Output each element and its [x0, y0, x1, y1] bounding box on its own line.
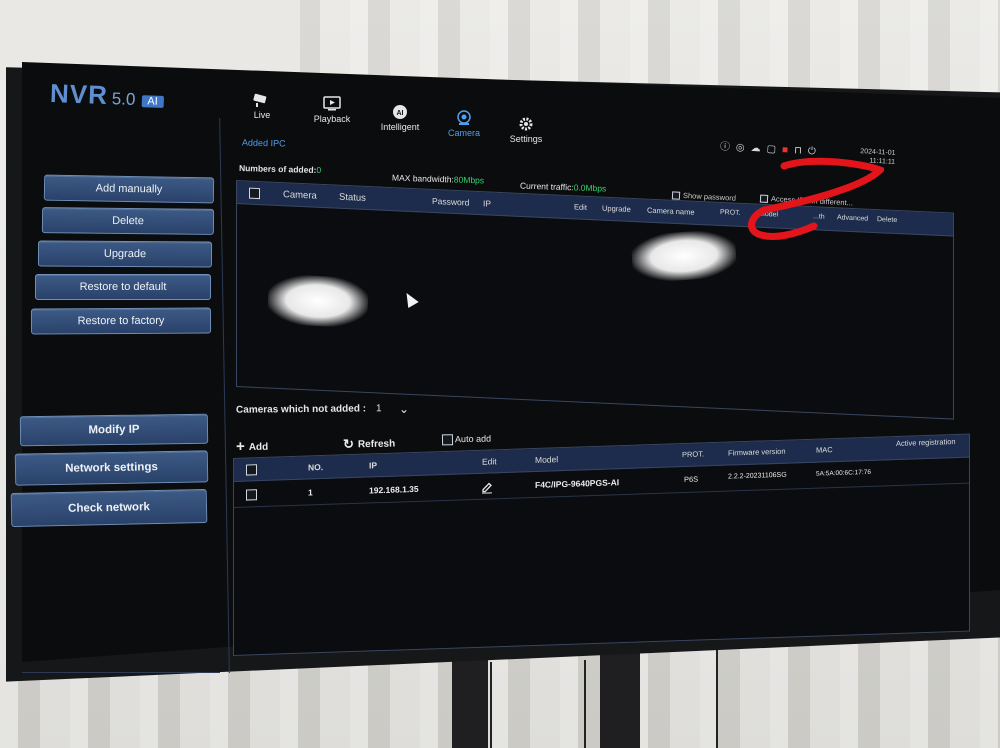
max-bandwidth-value: 80Mbps [453, 174, 485, 186]
max-bandwidth-label: MAX bandwidth: [391, 172, 455, 185]
refresh-icon: ↻ [342, 436, 355, 452]
col-no[interactable]: NO. [308, 462, 323, 473]
row-model: F4C/IPG-9640PGS-AI [535, 477, 620, 490]
screen-glare [630, 228, 738, 284]
col-active-registration[interactable]: Active registration [896, 437, 956, 448]
row-mac: 5A:5A:00:6C:17:76 [816, 468, 871, 478]
add-button[interactable]: + Add [235, 438, 269, 456]
col-ip[interactable]: IP [483, 198, 491, 208]
select-all-checkbox[interactable] [249, 187, 260, 200]
check-network-button[interactable]: Check network [10, 488, 208, 528]
chevron-down-icon[interactable]: ⌄ [399, 402, 409, 416]
app-name: NVR [49, 78, 109, 111]
row-checkbox[interactable] [246, 489, 257, 501]
monitor-stand-right [600, 650, 640, 748]
restore-default-button[interactable]: Restore to default [35, 274, 211, 300]
cameras-not-added: Cameras which not added : 1 [236, 403, 382, 416]
nav-intelligent-label: Intelligent [380, 122, 420, 132]
col-mac[interactable]: MAC [816, 445, 833, 455]
cameras-not-added-count: 1 [375, 403, 382, 415]
col-edit[interactable]: Edit [482, 456, 497, 466]
nav-intelligent[interactable]: AI Intelligent [370, 104, 430, 132]
network-settings-button[interactable]: Network settings [14, 450, 209, 486]
nav-live[interactable]: Live [232, 92, 292, 120]
edit-pencil-icon[interactable] [480, 479, 494, 494]
col-camera-name[interactable]: Camera name [647, 206, 695, 217]
plus-icon: + [235, 438, 245, 456]
ai-badge: AI [141, 94, 164, 108]
restore-factory-button[interactable]: Restore to factory [30, 307, 212, 335]
auto-add-option[interactable]: Auto add [441, 433, 492, 446]
auto-add-label: Auto add [454, 433, 492, 445]
nav-settings[interactable]: Settings [496, 116, 556, 144]
cable [716, 640, 718, 748]
numbers-added: Numbers of added:0 [239, 163, 321, 175]
record-icon[interactable]: ■ [782, 145, 789, 156]
select-all-checkbox[interactable] [246, 464, 257, 476]
refresh-button[interactable]: ↻ Refresh [343, 436, 395, 453]
sidebar-bottom-border [22, 672, 220, 673]
playback-icon [323, 96, 341, 111]
lock-icon[interactable]: ⊓ [794, 145, 802, 156]
current-traffic-value: 0.0Mbps [573, 182, 607, 194]
col-camera[interactable]: Camera [283, 189, 317, 202]
numbers-added-label: Numbers of added: [238, 162, 317, 175]
delete-button[interactable]: Delete [41, 207, 215, 235]
nav-camera-label: Camera [447, 128, 480, 138]
screen-glare [266, 273, 370, 329]
cable [584, 660, 586, 748]
ai-icon: AI [393, 105, 407, 119]
col-password[interactable]: Password [432, 196, 469, 208]
gear-icon [519, 117, 533, 131]
add-manually-button[interactable]: Add manually [43, 174, 215, 204]
nav-live-label: Live [253, 110, 271, 120]
red-annotation-mark [748, 157, 884, 240]
col-ip[interactable]: IP [369, 460, 377, 470]
network-icon[interactable]: ◎ [736, 142, 745, 153]
col-prot[interactable]: PROT. [682, 449, 704, 459]
add-label: Add [248, 441, 269, 454]
numbers-added-value: 0 [316, 164, 322, 176]
auto-add-checkbox[interactable] [441, 434, 454, 446]
monitor-stand-left [452, 660, 488, 748]
file-icon[interactable]: ▢ [766, 144, 776, 155]
nav-playback-label: Playback [313, 114, 351, 124]
current-traffic-label: Current traffic: [519, 180, 574, 193]
row-firmware: 2.2.2-20231106SG [728, 471, 787, 481]
app-version: 5.0 [111, 89, 136, 109]
upgrade-button[interactable]: Upgrade [37, 240, 213, 268]
not-added-table: NO. IP Edit Model PROT. Firmware version… [233, 433, 970, 656]
cloud-icon[interactable]: ☁ [750, 143, 761, 155]
tab-added-ipc[interactable]: Added IPC [242, 137, 286, 148]
cameras-not-added-label: Cameras which not added : [235, 403, 367, 416]
show-password-checkbox[interactable] [671, 191, 681, 200]
col-model[interactable]: Model [535, 454, 558, 465]
camera-icon [253, 93, 267, 107]
col-upgrade[interactable]: Upgrade [602, 204, 631, 214]
refresh-label: Refresh [357, 438, 396, 451]
svg-text:AI: AI [397, 110, 404, 117]
nav-camera[interactable]: Camera [434, 110, 494, 138]
col-prot[interactable]: PROT. [720, 209, 741, 217]
nav-settings-label: Settings [509, 134, 543, 144]
cable [490, 662, 492, 748]
col-status[interactable]: Status [339, 192, 366, 204]
camera-settings-icon [457, 110, 471, 125]
info-icon[interactable]: ⓘ [720, 141, 731, 153]
row-prot: P6S [684, 474, 699, 485]
modify-ip-button[interactable]: Modify IP [19, 413, 209, 447]
row-ip: 192.168.1.35 [369, 483, 419, 496]
row-no: 1 [308, 487, 313, 498]
col-edit[interactable]: Edit [574, 202, 587, 212]
app-logo: NVR 5.0 AI [49, 78, 164, 113]
nav-playback[interactable]: Playback [302, 96, 362, 124]
col-firmware[interactable]: Firmware version [728, 447, 786, 458]
